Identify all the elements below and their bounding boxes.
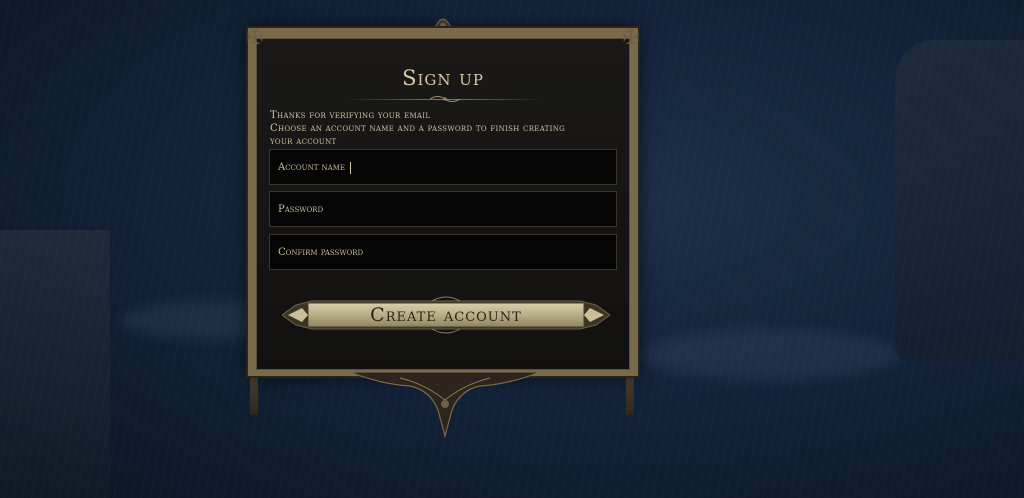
corner-ornament-icon: ✠ [622, 25, 640, 49]
confirm-password-input[interactable] [270, 235, 616, 269]
account-name-input[interactable] [270, 150, 616, 184]
corner-ornament-icon: ✠ [246, 25, 264, 49]
instruction-message-line: your account [270, 136, 337, 147]
account-name-field [269, 149, 617, 185]
create-account-label: Create account [370, 304, 522, 326]
password-input[interactable] [270, 192, 616, 226]
create-account-button[interactable]: Create account [282, 293, 610, 337]
instruction-message-line: Choose an account name and a password to… [270, 123, 566, 134]
verify-message-line: Thanks for verifying your email [270, 110, 431, 121]
confirm-password-field [269, 234, 617, 270]
frame-bottom-crest [349, 371, 541, 439]
password-field [269, 191, 617, 227]
page-title: Sign up [402, 66, 484, 90]
title-ornament-icon [430, 96, 460, 102]
text-cursor-icon [350, 162, 351, 174]
